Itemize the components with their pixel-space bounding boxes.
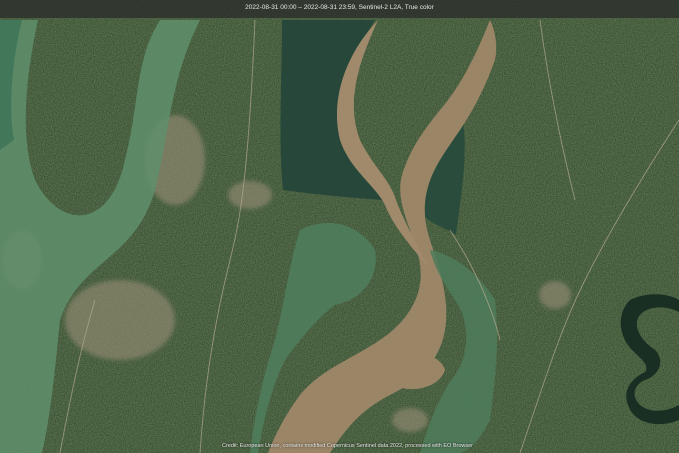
image-title: 2022-08-31 00:00 – 2022-08-31 23:59, Sen… (245, 4, 434, 11)
image-credit: Credit: European Union, contains modifie… (222, 443, 473, 449)
satellite-image-viewer: 2022-08-31 00:00 – 2022-08-31 23:59, Sen… (0, 0, 679, 453)
satellite-image (0, 0, 679, 453)
top-info-bar: 2022-08-31 00:00 – 2022-08-31 23:59, Sen… (0, 0, 679, 18)
